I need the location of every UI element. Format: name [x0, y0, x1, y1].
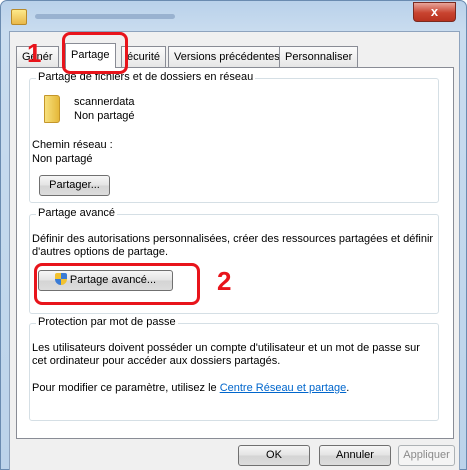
- share-button[interactable]: Partager...: [39, 175, 110, 196]
- step2-number: 2: [217, 266, 232, 296]
- password-protection-line3-prefix: Pour modifier ce paramètre, utilisez le: [32, 382, 220, 394]
- step1-highlight: [62, 32, 128, 74]
- window-title-blurred: [35, 14, 175, 19]
- network-path-label: Chemin réseau :: [32, 139, 113, 151]
- password-protection-line2: cet ordinateur pour accéder aux dossiers…: [32, 355, 281, 367]
- password-protection-title: Protection par mot de passe: [36, 316, 178, 328]
- advanced-sharing-title: Partage avancé: [36, 207, 118, 219]
- step1-number: 1: [27, 38, 42, 68]
- folder-share-status: Non partagé: [74, 110, 135, 122]
- folder-icon: [44, 95, 60, 123]
- close-button[interactable]: x: [413, 2, 456, 22]
- folder-icon: [11, 9, 27, 25]
- tab-previous-versions[interactable]: Versions précédentes: [168, 46, 286, 67]
- password-protection-line3: Pour modifier ce paramètre, utilisez le …: [32, 382, 349, 395]
- folder-name: scannerdata: [74, 96, 135, 108]
- password-protection-line3-suffix: .: [346, 382, 350, 394]
- advanced-sharing-desc-line1: Définir des autorisations personnalisées…: [32, 233, 434, 245]
- properties-dialog: Génér Partage écurité Versions précédent…: [9, 31, 460, 470]
- password-protection-line1: Les utilisateurs doivent posséder un com…: [32, 342, 420, 354]
- password-protection-group: Protection par mot de passe Les utilisat…: [29, 316, 439, 421]
- network-path-value: Non partagé: [32, 153, 93, 165]
- title-bar: x: [1, 1, 466, 31]
- advanced-sharing-desc-line2: d'autres options de partage.: [32, 246, 169, 258]
- apply-button[interactable]: Appliquer: [398, 445, 455, 466]
- ok-button[interactable]: OK: [238, 445, 310, 466]
- sharing-tab-panel: Partage de fichiers et de dossiers en ré…: [16, 67, 454, 439]
- step2-highlight: [34, 263, 200, 305]
- network-sharing-center-link[interactable]: Centre Réseau et partage: [220, 382, 347, 394]
- network-sharing-group: Partage de fichiers et de dossiers en ré…: [29, 71, 439, 203]
- cancel-button[interactable]: Annuler: [319, 445, 391, 466]
- tab-customize[interactable]: Personnaliser: [279, 46, 359, 67]
